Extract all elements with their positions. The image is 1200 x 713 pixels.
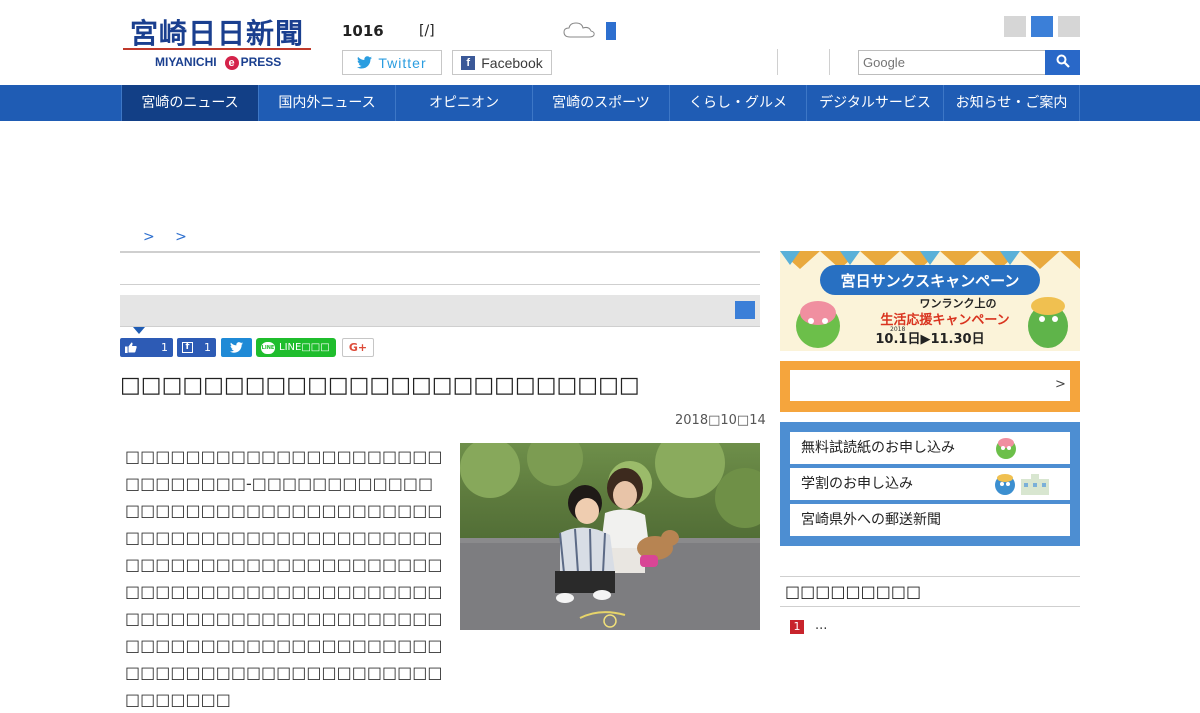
orange-promo-link[interactable]: [790, 370, 1070, 401]
ranking-title: □□□□□□□□□: [785, 582, 922, 601]
google-plus-button[interactable]: G+: [342, 338, 374, 357]
free-trial-label: 無料試読紙のお申し込み: [801, 440, 955, 456]
facebook-follow-button[interactable]: f Facebook: [452, 50, 552, 75]
nav-life-gourmet[interactable]: くらし・グルメ: [669, 85, 806, 121]
divider: [780, 606, 1080, 607]
header-divider: [829, 49, 830, 75]
google-search-input[interactable]: [858, 50, 1046, 75]
mascot-icon: [996, 438, 1016, 459]
twitter-bird-icon: [230, 342, 243, 353]
facebook-share-button[interactable]: f 1: [177, 338, 216, 357]
campaign-subtitle-1: ワンランク上の: [920, 296, 997, 310]
facebook-like-button[interactable]: 1: [120, 338, 173, 357]
font-size-medium-button[interactable]: [1031, 16, 1053, 37]
student-discount-link[interactable]: 学割のお申し込み: [790, 468, 1070, 500]
twitter-label: Twitter: [378, 54, 427, 71]
tweet-button[interactable]: [221, 338, 252, 357]
breadcrumb: > >: [143, 229, 195, 245]
main-navigation: 宮崎のニュース 国内外ニュース オピニオン 宮崎のスポーツ くらし・グルメ デジ…: [0, 85, 1200, 121]
chevron-right-icon: >: [1055, 377, 1066, 392]
line-icon: LINE: [261, 341, 275, 354]
out-of-prefecture-mail-link[interactable]: 宮崎県外への郵送新聞: [790, 504, 1070, 536]
pressure-value: 1016: [342, 22, 384, 40]
category-bar-marker[interactable]: [735, 301, 755, 319]
logo-e-mark: e: [224, 56, 239, 70]
search-icon: [1056, 54, 1070, 68]
facebook-share-icon: f: [182, 342, 193, 353]
twitter-bird-icon: [357, 56, 373, 69]
article-title: □□□□□□□□□□□□□□□□□□□□□□□□□: [120, 373, 640, 398]
nav-opinion[interactable]: オピニオン: [395, 85, 532, 121]
facebook-label: Facebook: [481, 54, 543, 71]
twitter-follow-button[interactable]: Twitter: [342, 50, 442, 75]
logo-miyanichi: MIYANICHI: [155, 55, 217, 69]
nav-miyazaki-sports[interactable]: 宮崎のスポーツ: [532, 85, 669, 121]
logo-underline: [123, 48, 311, 50]
google-plus-icon: G+: [348, 341, 368, 354]
header-divider: [777, 49, 778, 75]
ranking-number-badge: 1: [790, 620, 804, 634]
student-discount-label: 学割のお申し込み: [801, 476, 913, 492]
campaign-title: 宮日サンクスキャンペーン: [841, 272, 1020, 290]
logo-press: PRESS: [240, 55, 282, 69]
weather-indicator: [606, 22, 616, 40]
category-bar: [120, 295, 760, 327]
ranking-item-link[interactable]: ...: [815, 618, 827, 633]
free-trial-link[interactable]: 無料試読紙のお申し込み: [790, 432, 1070, 464]
divider: [780, 576, 1080, 577]
line-share-button[interactable]: LINE LINE□□□: [256, 338, 336, 357]
article-photo: [460, 443, 760, 630]
article-date: 2018□10□14: [675, 413, 766, 428]
article-body: □□□□□□□□□□□□□□□□□□□□□□□□□□□□□-□□□□□□□□□□…: [125, 447, 443, 709]
font-size-small-button[interactable]: [1004, 16, 1026, 37]
pressure-unit: [/]: [419, 23, 435, 39]
divider: [120, 284, 760, 285]
font-size-large-button[interactable]: [1058, 16, 1080, 37]
nav-domestic-international-news[interactable]: 国内外ニュース: [258, 85, 395, 121]
campaign-dates: 10.1日▶11.30日: [875, 332, 984, 347]
thanks-campaign-banner[interactable]: 宮日サンクスキャンペーン ワンランク上の 生活応援キャンペーン 2018 10.…: [780, 251, 1080, 351]
thumbs-up-icon: [125, 342, 137, 353]
share-count: 1: [204, 341, 211, 354]
like-count: 1: [161, 341, 168, 354]
line-share-label: LINE□□□: [279, 342, 330, 353]
site-logo-title[interactable]: 宮崎日日新聞: [130, 12, 304, 52]
pointer-triangle: [133, 327, 145, 334]
site-header: 宮崎日日新聞 MIYANICHI e PRESS 1016 [/] Twitter …: [0, 0, 1200, 85]
school-mascot-icon: [995, 474, 1049, 495]
nav-digital-services[interactable]: デジタルサービス: [806, 85, 943, 121]
divider: [120, 251, 760, 253]
facebook-icon: f: [461, 55, 476, 70]
nav-notices[interactable]: お知らせ・ご案内: [943, 85, 1080, 121]
search-button[interactable]: [1045, 50, 1080, 75]
nav-miyazaki-news[interactable]: 宮崎のニュース: [121, 85, 258, 121]
cloud-icon: [563, 22, 595, 38]
site-logo-sub[interactable]: MIYANICHI e PRESS: [155, 55, 281, 70]
